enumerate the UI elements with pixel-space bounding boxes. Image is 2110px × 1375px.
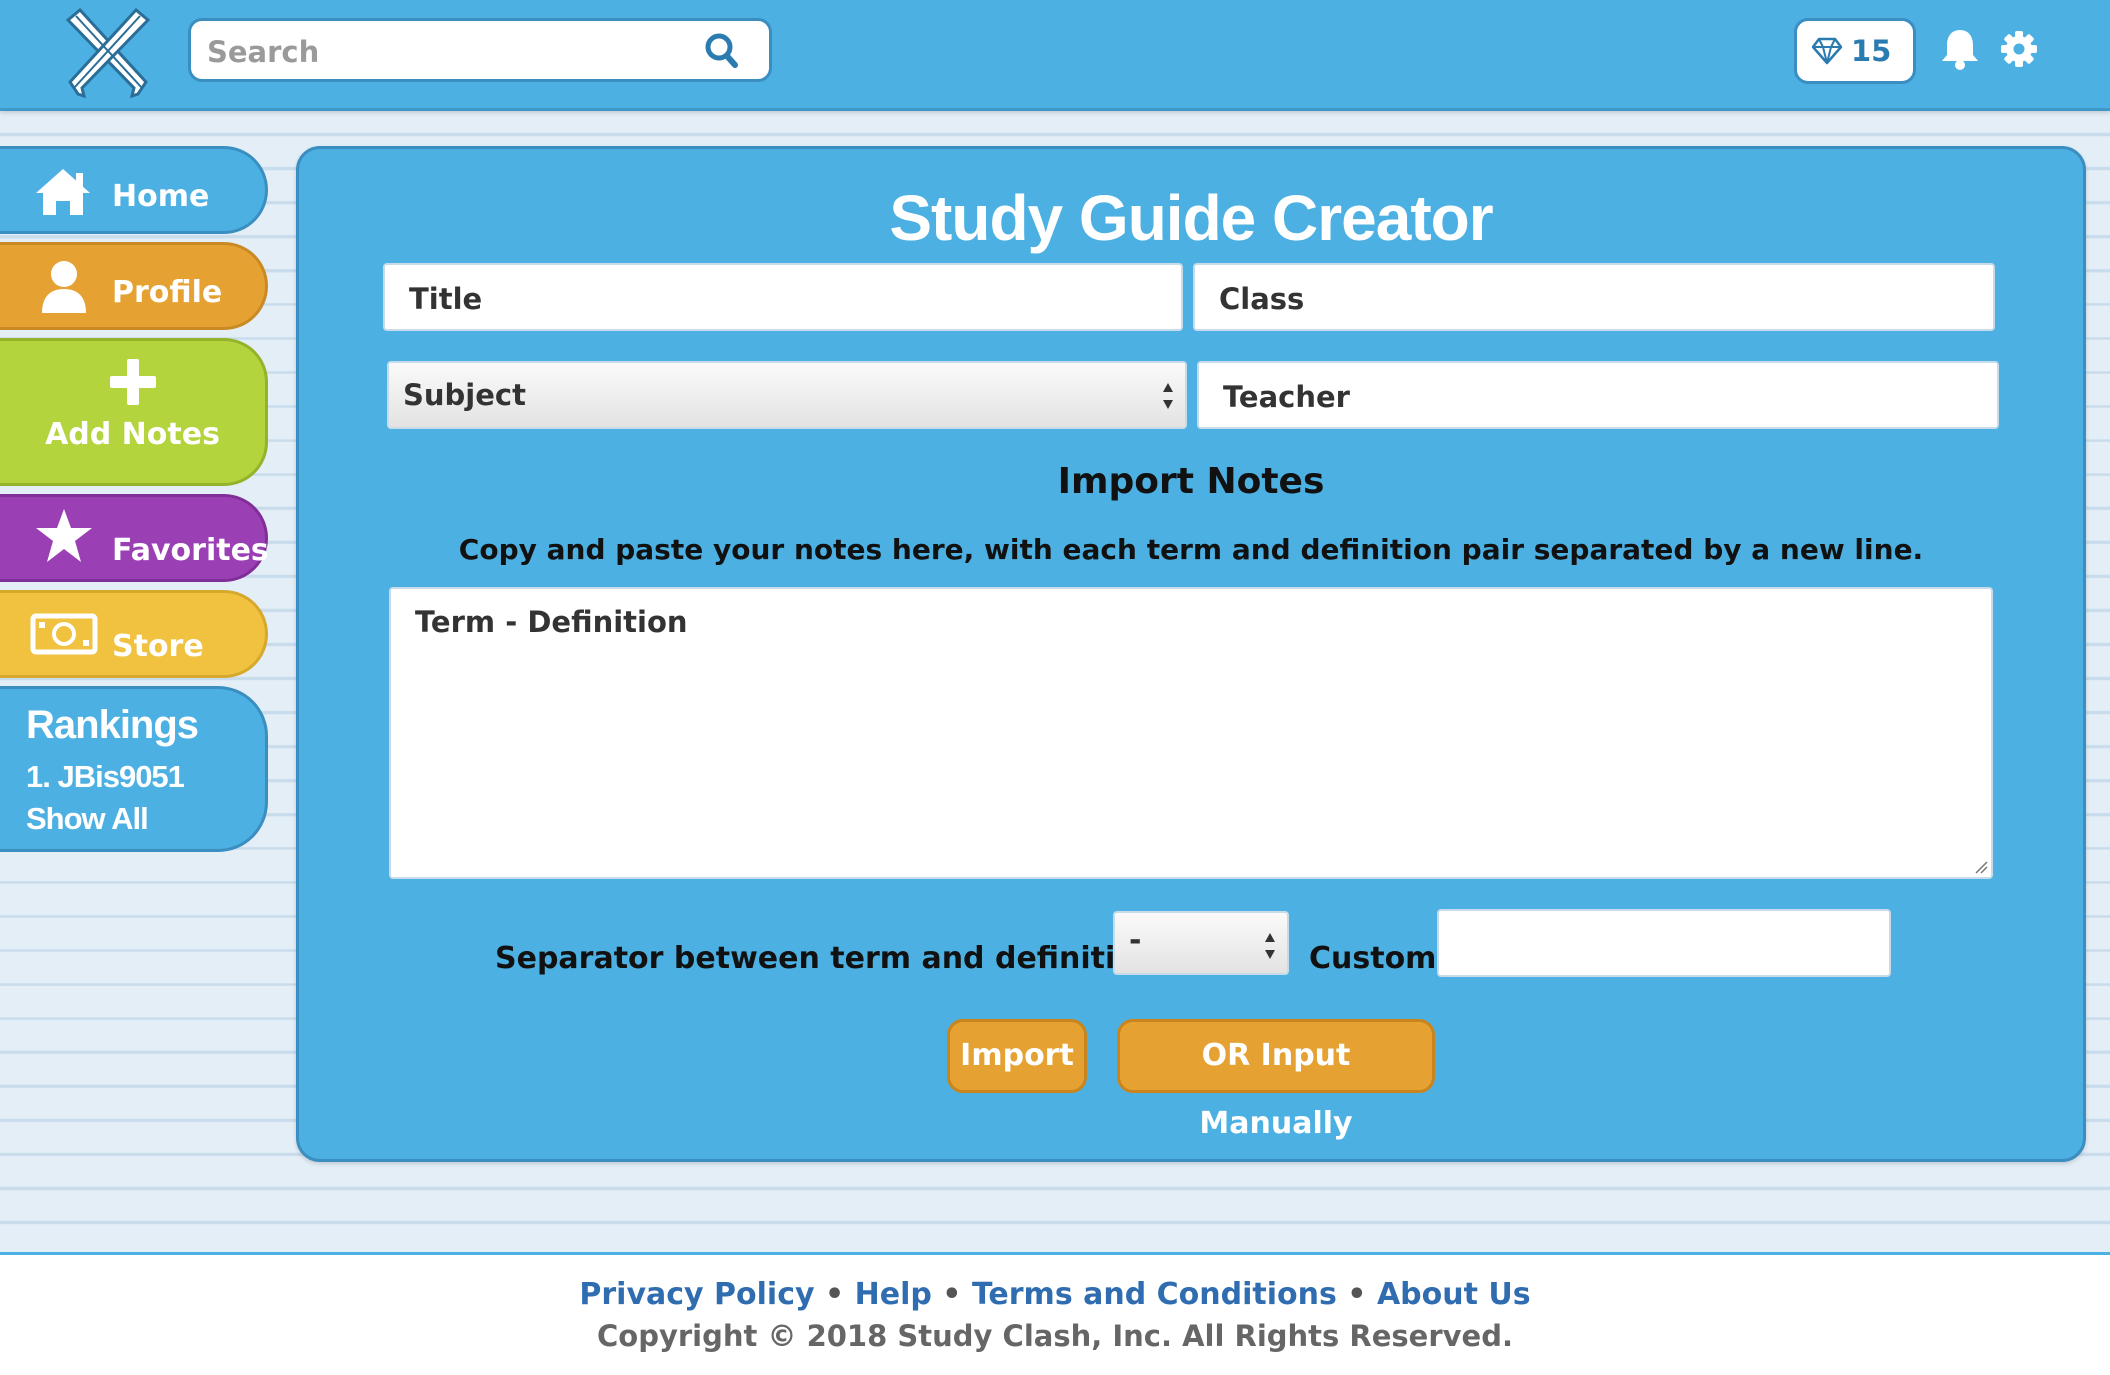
search-icon[interactable] [703,31,741,71]
about-us-link[interactable]: About Us [1377,1277,1531,1312]
gem-balance[interactable]: 15 [1794,18,1916,84]
import-button[interactable]: Import [947,1019,1087,1093]
custom-separator-field[interactable] [1437,909,1891,977]
ranking-entry[interactable]: 1. JBis9051 [26,759,185,795]
notes-textarea[interactable] [413,603,1977,867]
title-field[interactable] [383,263,1183,331]
sidebar-item-store[interactable]: Store [0,590,268,678]
class-field[interactable] [1193,263,1995,331]
gear-icon[interactable] [2000,30,2038,68]
custom-separator-label: Custom [1309,941,1437,976]
footer: Privacy Policy • Help • Terms and Condit… [0,1252,2110,1375]
page-title: Study Guide Creator [889,182,1493,254]
class-input[interactable] [1217,280,1961,318]
import-instructions: Copy and paste your notes here, with eac… [458,533,1924,566]
sidebar-item-label: Store [112,629,204,664]
input-manually-button[interactable]: OR Input Manually [1117,1019,1435,1141]
sidebar-item-label: Add Notes [45,417,220,452]
footer-separator: • [942,1277,962,1312]
separator-select[interactable]: - [1113,911,1289,975]
gem-count: 15 [1851,34,1892,68]
select-arrows-icon [1163,383,1173,409]
copyright-text: Copyright © 2018 Study Clash, Inc. All R… [597,1319,1513,1353]
logo-pencils-icon[interactable] [58,6,158,102]
resize-handle-icon[interactable] [1974,860,1988,874]
help-link[interactable]: Help [855,1277,932,1312]
diamond-icon [1811,37,1843,65]
search-input[interactable] [205,33,709,71]
footer-separator: • [824,1277,845,1312]
rankings-card: Rankings 1. JBis9051 Show All [0,686,268,852]
sidebar-item-label: Favorites [112,533,269,568]
sidebar-item-label: Profile [112,275,223,310]
sidebar-item-favorites[interactable]: Favorites [0,494,269,582]
separator-label: Separator between term and definition [495,941,1158,976]
bell-icon[interactable] [1940,28,1980,70]
subject-select-value: Subject [403,378,526,412]
rankings-title: Rankings [26,703,199,747]
notes-textarea-box[interactable] [389,587,1993,879]
sidebar-item-label: Home [112,179,210,214]
sidebar-item-add-notes[interactable]: Add Notes [0,338,268,486]
teacher-field[interactable] [1197,361,1999,429]
study-guide-creator-panel: Study Guide Creator Subject Import Notes… [296,146,2086,1162]
home-icon [36,169,90,215]
show-all-rankings-link[interactable]: Show All [26,801,149,837]
footer-links: Privacy Policy • Help • Terms and Condit… [0,1277,2110,1312]
dollar-bill-icon [30,613,98,655]
separator-select-value: - [1129,923,1142,958]
import-notes-heading: Import Notes [1057,461,1325,502]
terms-link[interactable]: Terms and Conditions [972,1277,1337,1312]
footer-separator: • [1347,1277,1367,1312]
sidebar-item-home[interactable]: Home [0,146,268,234]
sidebar-item-profile[interactable]: Profile [0,242,268,330]
title-input[interactable] [407,280,1151,318]
teacher-input[interactable] [1221,378,1965,416]
plus-icon [110,359,156,405]
subject-select[interactable]: Subject [387,361,1187,429]
search-bar[interactable] [188,18,772,82]
star-icon [36,509,92,562]
select-arrows-icon [1265,933,1275,959]
custom-separator-input[interactable] [1461,926,1865,964]
privacy-policy-link[interactable]: Privacy Policy [579,1277,814,1312]
user-icon [42,261,86,313]
top-bar: 15 [0,0,2110,111]
